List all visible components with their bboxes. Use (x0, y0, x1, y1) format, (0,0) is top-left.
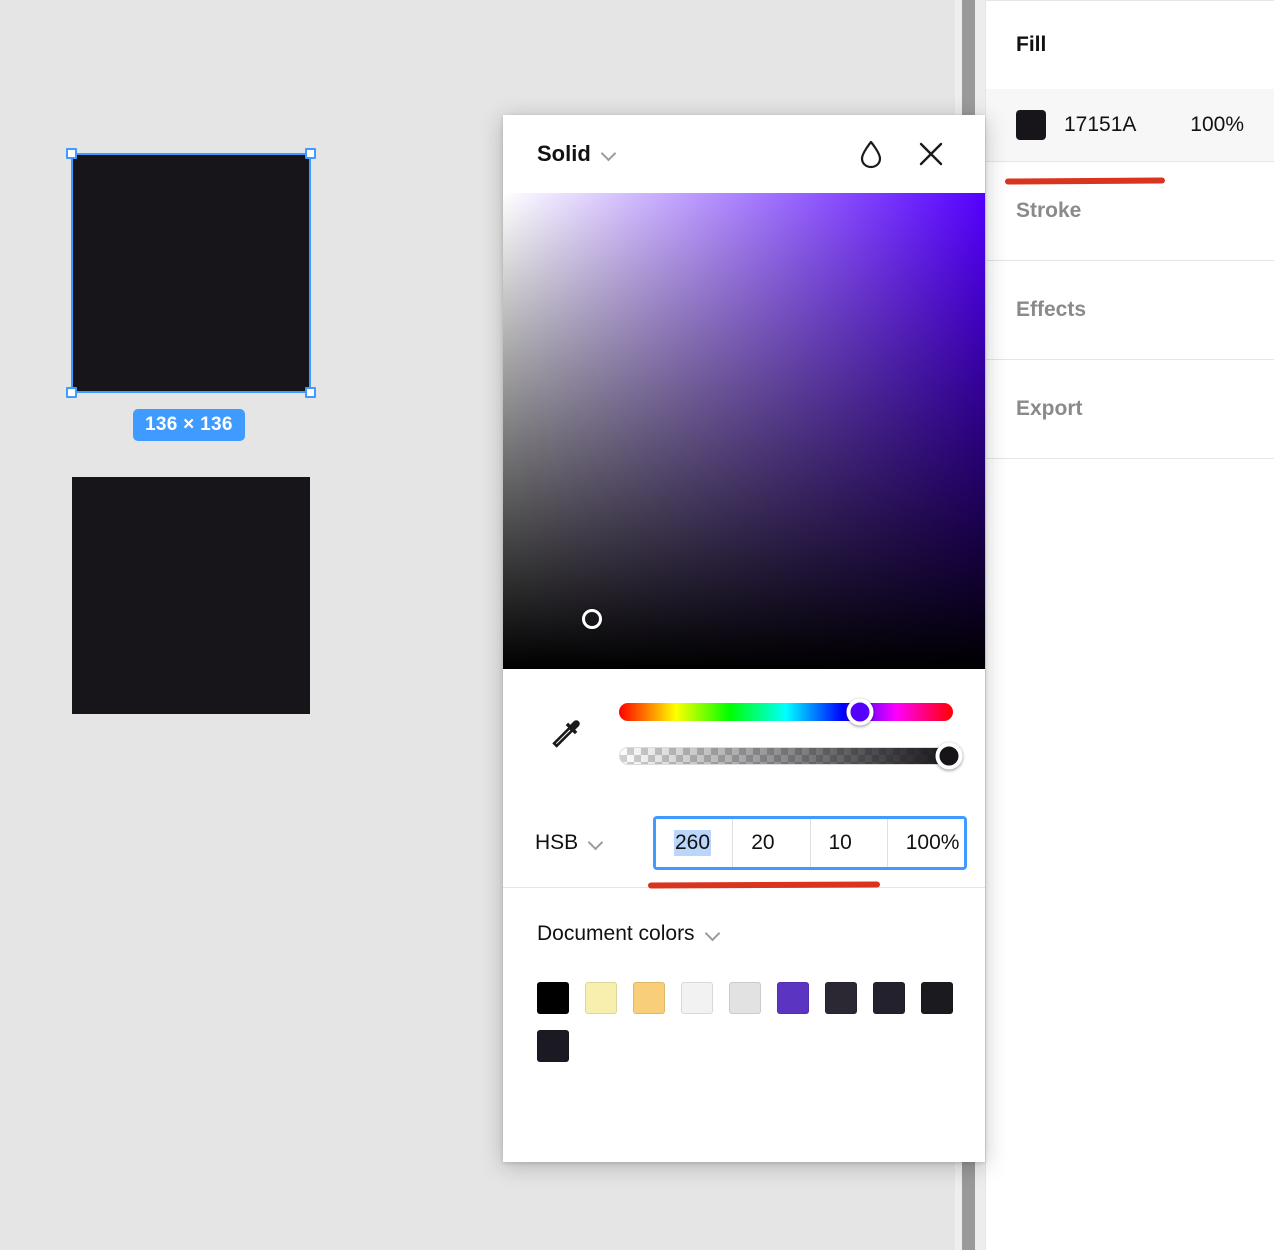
saturation-brightness-cursor[interactable] (582, 609, 603, 630)
document-color-swatch[interactable] (537, 1030, 569, 1062)
stroke-section-title: Stroke (1016, 199, 1082, 222)
properties-sidebar: Fill 17151A 100% Stroke Effects Export (985, 0, 1274, 1250)
chevron-down-icon[interactable] (590, 837, 603, 845)
fill-section-title: Fill (1016, 33, 1047, 56)
document-colors-label: Document colors (537, 922, 695, 945)
hue-slider-knob[interactable] (846, 698, 874, 726)
export-section-title: Export (1016, 397, 1083, 420)
document-colors-section: Document colors (503, 888, 985, 1162)
hue-input-value: 260 (674, 830, 712, 856)
fill-color-row[interactable]: 17151A 100% (986, 89, 1274, 161)
color-model-fields[interactable]: 260 20 10 100% (653, 816, 967, 870)
close-icon[interactable] (911, 134, 951, 174)
sidebar-item-stroke[interactable]: Stroke (986, 162, 1274, 260)
fill-color-swatch[interactable] (1016, 110, 1046, 140)
fill-opacity-value[interactable]: 100% (1190, 113, 1244, 137)
alpha-input[interactable]: 100% (887, 819, 964, 867)
document-color-swatch[interactable] (633, 982, 665, 1014)
selected-rectangle[interactable] (72, 154, 310, 392)
document-color-swatch[interactable] (873, 982, 905, 1014)
sidebar-item-effects[interactable]: Effects (986, 261, 1274, 359)
chevron-down-icon[interactable] (603, 148, 616, 156)
selection-size-badge: 136 × 136 (133, 409, 245, 441)
alpha-slider-knob[interactable] (935, 742, 963, 770)
saturation-brightness-field[interactable] (503, 193, 985, 669)
saturation-input[interactable]: 20 (733, 819, 811, 867)
selection-handle-top-right[interactable] (305, 148, 316, 159)
sidebar-divider-4 (986, 458, 1274, 459)
eyedropper-icon[interactable] (535, 703, 597, 765)
document-color-swatch[interactable] (537, 982, 569, 1014)
document-color-swatch[interactable] (921, 982, 953, 1014)
document-color-swatch[interactable] (585, 982, 617, 1014)
selection-handle-top-left[interactable] (66, 148, 77, 159)
color-model-selector[interactable]: HSB (535, 831, 653, 855)
effects-section-title: Effects (1016, 298, 1087, 321)
secondary-rectangle[interactable] (72, 477, 310, 714)
document-color-swatch[interactable] (681, 982, 713, 1014)
color-picker-popover: Solid HSB 260 20 10 100% Document colors (503, 115, 985, 1162)
alpha-input-value: 100% (905, 831, 960, 854)
color-model-label: HSB (535, 831, 579, 854)
brightness-input-value: 10 (828, 831, 852, 854)
selection-handle-bottom-right[interactable] (305, 387, 316, 398)
document-colors-header[interactable]: Document colors (537, 922, 951, 946)
hue-slider[interactable] (619, 698, 953, 726)
droplet-icon[interactable] (851, 134, 891, 174)
document-color-swatch[interactable] (729, 982, 761, 1014)
document-colors-grid (537, 982, 957, 1062)
color-picker-header: Solid (503, 115, 985, 193)
saturation-input-value: 20 (751, 831, 775, 854)
chevron-down-icon[interactable] (707, 928, 720, 936)
figma-color-picker-screen: 136 × 136 Fill 17151A 100% Stroke Effect… (0, 0, 1274, 1250)
brightness-input[interactable]: 10 (810, 819, 888, 867)
sliders-stack (619, 698, 963, 770)
fill-hex-value[interactable]: 17151A (1064, 113, 1172, 137)
selection-handle-bottom-left[interactable] (66, 387, 77, 398)
document-color-swatch[interactable] (825, 982, 857, 1014)
paint-type-label[interactable]: Solid (537, 141, 591, 167)
sidebar-item-export[interactable]: Export (986, 360, 1274, 458)
hue-input[interactable]: 260 (656, 819, 734, 867)
document-color-swatch[interactable] (777, 982, 809, 1014)
alpha-slider[interactable] (619, 742, 963, 770)
slider-section (503, 669, 985, 799)
fill-section-header: Fill (986, 1, 1274, 89)
color-model-row: HSB 260 20 10 100% (503, 799, 985, 887)
